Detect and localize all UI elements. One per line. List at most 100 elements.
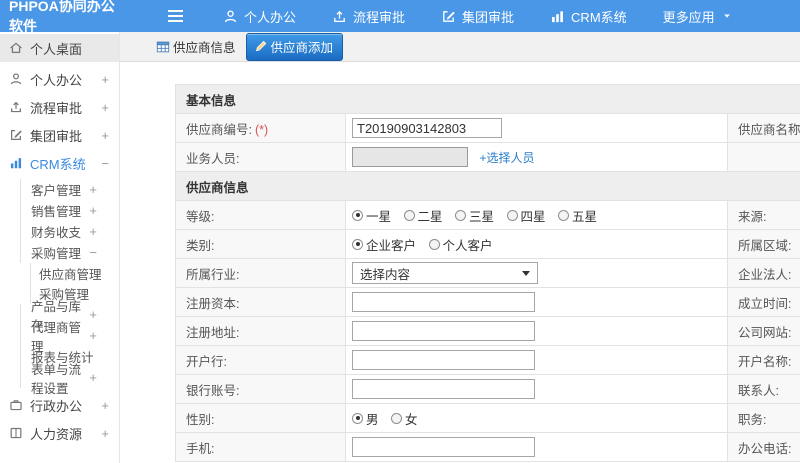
sidebar-item-agent-management[interactable]: 代理商管理 + xyxy=(20,321,119,354)
table-icon xyxy=(156,40,170,54)
top-bar: PHPOA协同办公软件 个人办公 流程审批 集团审批 CRM系统 更多应用 xyxy=(0,0,800,34)
gender-option-female[interactable]: 女 xyxy=(391,409,418,428)
top-menu-more-apps[interactable]: 更多应用 xyxy=(663,7,733,26)
upload-icon xyxy=(9,100,23,114)
business-person-input[interactable] xyxy=(352,147,468,167)
sidebar-item-purchase-management[interactable]: 采购管理 − xyxy=(20,242,119,263)
table-row: 供应商编号:(*) 供应商名称:(*) xyxy=(175,113,800,143)
person-icon xyxy=(223,9,238,24)
main-content: 供应商信息 供应商添加 基本信息 供应商编号:(*) 供应商名称:(*) xyxy=(120,32,800,463)
table-row: 性别: 男 女 职务: xyxy=(175,403,800,433)
table-row: 业务人员: +选择人员 xyxy=(175,142,800,172)
sidebar-item-group-approval[interactable]: 集团审批 + xyxy=(0,121,119,149)
grade-label: 等级: xyxy=(175,200,346,230)
grade-option-4[interactable]: 四星 xyxy=(506,206,546,225)
registered-address-input[interactable] xyxy=(352,321,535,341)
radio-selected-icon xyxy=(352,209,363,221)
grade-option-5[interactable]: 五星 xyxy=(558,206,597,225)
bank-account-input[interactable] xyxy=(352,379,535,399)
radio-icon xyxy=(391,412,402,424)
category-option-company[interactable]: 企业客户 xyxy=(352,235,416,254)
legal-person-label: 企业法人: xyxy=(727,258,800,288)
caret-down-icon xyxy=(522,270,530,276)
grade-options: 一星 二星 三星 四星 五星 xyxy=(345,200,728,230)
supplier-code-input[interactable] xyxy=(352,118,502,138)
hamburger-menu-icon[interactable] xyxy=(165,6,185,26)
grade-option-3[interactable]: 三星 xyxy=(455,206,494,225)
bank-account-label: 银行账号: xyxy=(175,374,346,404)
section-title-supplier: 供应商信息 xyxy=(174,171,800,201)
form-area: 基本信息 供应商编号:(*) 供应商名称:(*) 业务人员: +选择人员 xyxy=(120,62,800,462)
category-option-personal[interactable]: 个人客户 xyxy=(428,235,493,254)
registered-capital-label: 注册资本: xyxy=(175,287,346,317)
caret-down-icon xyxy=(721,10,733,22)
table-row: 所属行业: 选择内容 企业法人: xyxy=(175,258,800,288)
sidebar-item-supplier-management[interactable]: 供应商管理 xyxy=(30,263,119,283)
section-row: 基本信息 xyxy=(174,84,800,114)
top-menu-workflow-approval[interactable]: 流程审批 xyxy=(332,7,405,26)
contact-person-label: 联系人: xyxy=(727,374,800,404)
sidebar-item-admin-office[interactable]: 行政办公 + xyxy=(0,391,119,419)
sidebar-item-personal-desktop[interactable]: 个人桌面 xyxy=(0,34,119,62)
office-phone-label: 办公电话: xyxy=(727,432,800,462)
edit-icon xyxy=(9,128,23,142)
sidebar-item-finance[interactable]: 财务收支 + xyxy=(20,221,119,242)
sidebar-item-personal-office[interactable]: 个人办公 + xyxy=(0,65,119,93)
category-label: 类别: xyxy=(175,229,346,259)
required-mark: (*) xyxy=(254,122,269,137)
radio-icon xyxy=(428,238,440,250)
table-row: 开户行: 开户名称: xyxy=(175,345,800,375)
mobile-label: 手机: xyxy=(175,432,346,462)
sidebar: 个人桌面 个人办公 + 流程审批 + 集团审批 + CRM系统 − 客户管理 +… xyxy=(0,32,120,463)
table-row: 类别: 企业客户 个人客户 所属区域: xyxy=(175,229,800,259)
position-label: 职务: xyxy=(727,403,800,433)
radio-icon xyxy=(506,209,518,221)
table-row: 手机: 办公电话: xyxy=(175,432,800,462)
grade-option-1[interactable]: 一星 xyxy=(352,206,391,225)
tab-supplier-info[interactable]: 供应商信息 xyxy=(156,37,236,56)
founding-time-label: 成立时间: xyxy=(727,287,800,317)
radio-icon xyxy=(455,209,466,221)
top-menu-crm-system[interactable]: CRM系统 xyxy=(550,7,627,26)
registered-address-label: 注册地址: xyxy=(175,316,346,346)
sidebar-item-form-flow-settings[interactable]: 表单与流程设置 + xyxy=(20,363,119,396)
table-row: 银行账号: 联系人: xyxy=(175,374,800,404)
briefcase-icon xyxy=(9,398,23,412)
top-menu-group-approval[interactable]: 集团审批 xyxy=(441,7,514,26)
sidebar-item-customer-management[interactable]: 客户管理 + xyxy=(20,179,119,200)
table-row: 注册地址: 公司网站: xyxy=(175,316,800,346)
source-label: 来源: xyxy=(727,200,800,230)
radio-selected-icon xyxy=(352,412,363,424)
gender-options: 男 女 xyxy=(345,403,728,433)
tab-bar: 供应商信息 供应商添加 xyxy=(120,32,800,62)
app-brand: PHPOA协同办公软件 xyxy=(9,0,115,34)
tab-supplier-add[interactable]: 供应商添加 xyxy=(245,32,344,61)
grade-option-2[interactable]: 二星 xyxy=(403,206,443,225)
section-row: 供应商信息 xyxy=(174,171,800,201)
upload-icon xyxy=(332,9,347,24)
sidebar-item-workflow-approval[interactable]: 流程审批 + xyxy=(0,93,119,121)
sidebar-item-human-resources[interactable]: 人力资源 + xyxy=(0,419,119,447)
select-person-link[interactable]: +选择人员 xyxy=(479,151,534,165)
top-menu-personal-office[interactable]: 个人办公 xyxy=(223,7,296,26)
supplier-form-table: 基本信息 供应商编号:(*) 供应商名称:(*) 业务人员: +选择人员 xyxy=(174,84,800,462)
table-row: 注册资本: 成立时间: xyxy=(175,287,800,317)
bank-label: 开户行: xyxy=(175,345,346,375)
radio-icon xyxy=(403,209,415,221)
home-icon xyxy=(9,41,23,55)
supplier-name-label: 供应商名称:(*) xyxy=(727,113,800,143)
business-person-label: 业务人员: xyxy=(175,142,346,172)
industry-select[interactable]: 选择内容 xyxy=(352,262,538,284)
category-options: 企业客户 个人客户 xyxy=(345,229,728,259)
industry-label: 所属行业: xyxy=(175,258,346,288)
sidebar-item-sales-management[interactable]: 销售管理 + xyxy=(20,200,119,221)
registered-capital-input[interactable] xyxy=(352,292,535,312)
radio-icon xyxy=(558,209,569,221)
bank-input[interactable] xyxy=(352,350,535,370)
edit-icon xyxy=(441,9,456,24)
sidebar-item-crm-system[interactable]: CRM系统 − xyxy=(0,149,119,177)
section-title-basic: 基本信息 xyxy=(174,84,800,114)
mobile-input[interactable] xyxy=(352,437,535,457)
account-name-label: 开户名称: xyxy=(727,345,800,375)
gender-option-male[interactable]: 男 xyxy=(352,409,379,428)
